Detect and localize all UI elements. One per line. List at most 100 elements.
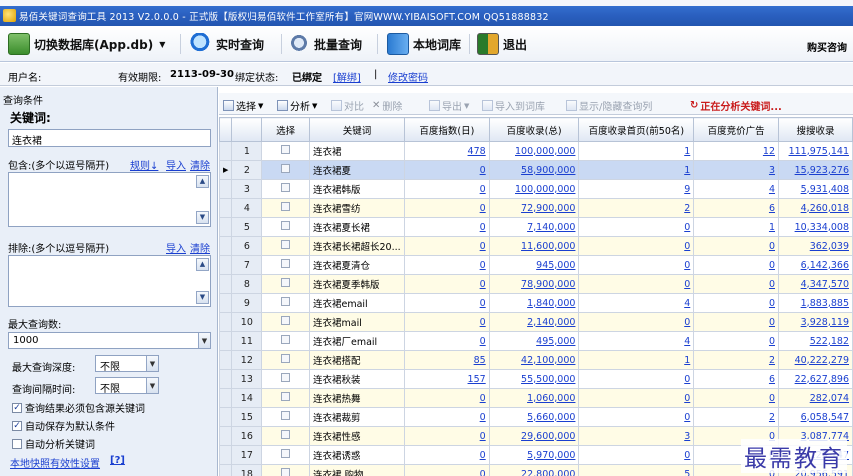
row-select-checkbox[interactable]: [261, 369, 310, 389]
row-select-checkbox[interactable]: [261, 407, 310, 427]
row-baidu-homepage[interactable]: 0: [578, 369, 695, 389]
row-baidu-index[interactable]: 0: [403, 160, 490, 180]
row-keyword[interactable]: 连衣裙厂email: [309, 331, 405, 351]
row-baidu-ads[interactable]: 0: [693, 312, 779, 332]
unbind-link[interactable]: [解绑]: [333, 69, 361, 84]
row-keyword[interactable]: 连衣裙长裙超长20...: [309, 236, 405, 256]
auto-analyze-checkbox[interactable]: 自动分析关键词: [12, 436, 95, 451]
table-row[interactable]: 1 连衣裙 478 100,000,000 1 12 111,975,141: [219, 141, 853, 161]
export-button[interactable]: 导出 ▼: [429, 98, 469, 113]
row-soso[interactable]: 3,928,119: [778, 312, 853, 332]
row-select-checkbox[interactable]: [261, 331, 310, 351]
row-baidu-total[interactable]: 72,900,000: [488, 198, 580, 218]
row-baidu-homepage[interactable]: 4: [578, 331, 695, 351]
row-baidu-ads[interactable]: 0: [693, 236, 779, 256]
row-baidu-index[interactable]: 0: [403, 255, 490, 275]
row-baidu-total[interactable]: 1,060,000: [488, 388, 580, 408]
row-baidu-index[interactable]: 157: [403, 369, 490, 389]
row-baidu-index[interactable]: 0: [403, 312, 490, 332]
row-select-checkbox[interactable]: [261, 464, 310, 476]
max-query-select[interactable]: 1000 ▼: [8, 332, 211, 349]
table-row[interactable]: 6 连衣裙长裙超长20... 0 11,600,000 0 0 362,039: [219, 236, 853, 256]
row-keyword[interactable]: 连衣裙email: [309, 293, 405, 313]
row-keyword[interactable]: 连衣裙性感: [309, 426, 405, 446]
row-soso[interactable]: 1,883,885: [778, 293, 853, 313]
row-soso[interactable]: 6,058,547: [778, 407, 853, 427]
row-baidu-homepage[interactable]: 0: [578, 255, 695, 275]
row-baidu-total[interactable]: 22,800,000: [488, 464, 580, 476]
row-keyword[interactable]: 连衣裙 购物: [309, 464, 405, 476]
include-textarea[interactable]: ▲ ▼: [8, 172, 211, 227]
table-row[interactable]: 10 连衣裙mail 0 2,140,000 0 0 3,928,119: [219, 312, 853, 332]
column-header-baidu-homepage[interactable]: 百度收录首页(前50名): [578, 117, 695, 142]
row-baidu-ads[interactable]: 0: [693, 331, 779, 351]
table-row[interactable]: ▶ 2 连衣裙夏 0 58,900,000 1 3 15,923,276: [219, 160, 853, 180]
row-baidu-ads[interactable]: 0: [693, 293, 779, 313]
column-header-soso[interactable]: 搜搜收录: [778, 117, 853, 142]
row-baidu-index[interactable]: 0: [403, 217, 490, 237]
toggle-columns-button[interactable]: 显示/隐藏查询列: [566, 98, 652, 113]
table-row[interactable]: 15 连衣裙裁剪 0 5,660,000 0 2 6,058,547: [219, 407, 853, 427]
exclude-clear-link[interactable]: 清除: [190, 240, 210, 255]
row-baidu-total[interactable]: 5,970,000: [488, 445, 580, 465]
row-soso[interactable]: 10,334,008: [778, 217, 853, 237]
row-select-checkbox[interactable]: [261, 160, 310, 180]
row-baidu-total[interactable]: 78,900,000: [488, 274, 580, 294]
row-baidu-ads[interactable]: 2: [693, 350, 779, 370]
row-baidu-index[interactable]: 0: [403, 236, 490, 256]
auto-save-default-checkbox[interactable]: ✓ 自动保存为默认条件: [12, 418, 115, 433]
row-keyword[interactable]: 连衣裙裁剪: [309, 407, 405, 427]
analyze-menu-button[interactable]: 分析 ▼: [277, 98, 317, 113]
column-header-keyword[interactable]: 关键词: [309, 117, 405, 142]
row-baidu-total[interactable]: 495,000: [488, 331, 580, 351]
row-baidu-index[interactable]: 0: [403, 274, 490, 294]
row-baidu-total[interactable]: 42,100,000: [488, 350, 580, 370]
row-baidu-index[interactable]: 0: [403, 331, 490, 351]
row-baidu-total[interactable]: 945,000: [488, 255, 580, 275]
select-menu-button[interactable]: 选择 ▼: [223, 98, 263, 113]
row-baidu-ads[interactable]: 0: [693, 274, 779, 294]
row-baidu-total[interactable]: 7,140,000: [488, 217, 580, 237]
row-baidu-homepage[interactable]: 1: [578, 350, 695, 370]
row-baidu-total[interactable]: 58,900,000: [488, 160, 580, 180]
row-select-checkbox[interactable]: [261, 274, 310, 294]
row-select-checkbox[interactable]: [261, 141, 310, 161]
exit-button[interactable]: 退出: [477, 31, 527, 57]
row-soso[interactable]: 6,142,366: [778, 255, 853, 275]
keyword-input[interactable]: 连衣裙: [8, 129, 211, 147]
row-baidu-ads[interactable]: 12: [693, 141, 779, 161]
delete-button[interactable]: ✕ 删除: [372, 98, 402, 113]
row-soso[interactable]: 22,627,896: [778, 369, 853, 389]
buy-consult-link[interactable]: 购买咨询: [807, 39, 847, 54]
row-keyword[interactable]: 连衣裙热舞: [309, 388, 405, 408]
row-baidu-index[interactable]: 0: [403, 464, 490, 476]
change-password-link[interactable]: 修改密码: [388, 69, 428, 84]
row-keyword[interactable]: 连衣裙mail: [309, 312, 405, 332]
row-baidu-index[interactable]: 0: [403, 179, 490, 199]
include-import-link[interactable]: 导入: [166, 157, 186, 172]
row-baidu-index[interactable]: 0: [403, 426, 490, 446]
table-row[interactable]: 13 连衣裙秋装 157 55,500,000 0 6 22,627,896: [219, 369, 853, 389]
row-soso[interactable]: 111,975,141: [778, 141, 853, 161]
include-rules-link[interactable]: 规则↓: [130, 157, 158, 172]
row-select-checkbox[interactable]: [261, 312, 310, 332]
table-row[interactable]: 12 连衣裙搭配 85 42,100,000 1 2 40,222,279: [219, 350, 853, 370]
row-keyword[interactable]: 连衣裙雪纺: [309, 198, 405, 218]
table-row[interactable]: 9 连衣裙email 0 1,840,000 4 0 1,883,885: [219, 293, 853, 313]
row-keyword[interactable]: 连衣裙秋装: [309, 369, 405, 389]
row-select-checkbox[interactable]: [261, 426, 310, 446]
row-keyword[interactable]: 连衣裙夏: [309, 160, 405, 180]
table-row[interactable]: 11 连衣裙厂email 0 495,000 4 0 522,182: [219, 331, 853, 351]
row-select-checkbox[interactable]: [261, 179, 310, 199]
row-keyword[interactable]: 连衣裙夏清仓: [309, 255, 405, 275]
scroll-up-icon[interactable]: ▲: [196, 258, 209, 271]
row-baidu-ads[interactable]: 0: [693, 388, 779, 408]
table-row[interactable]: 7 连衣裙夏清仓 0 945,000 0 0 6,142,366: [219, 255, 853, 275]
row-baidu-index[interactable]: 0: [403, 445, 490, 465]
row-baidu-homepage[interactable]: 9: [578, 179, 695, 199]
row-baidu-homepage[interactable]: 0: [578, 217, 695, 237]
row-baidu-ads[interactable]: 4: [693, 179, 779, 199]
row-select-checkbox[interactable]: [261, 293, 310, 313]
row-select-checkbox[interactable]: [261, 236, 310, 256]
row-baidu-index[interactable]: 0: [403, 198, 490, 218]
